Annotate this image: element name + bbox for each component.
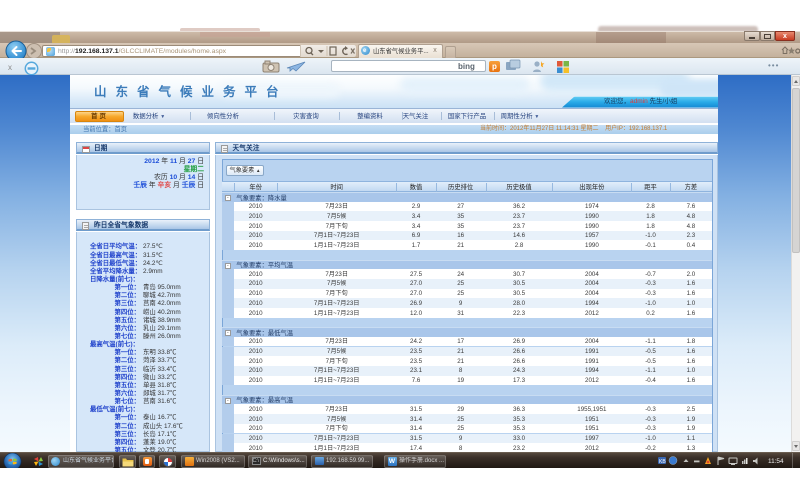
svg-text:KB: KB	[659, 459, 666, 465]
